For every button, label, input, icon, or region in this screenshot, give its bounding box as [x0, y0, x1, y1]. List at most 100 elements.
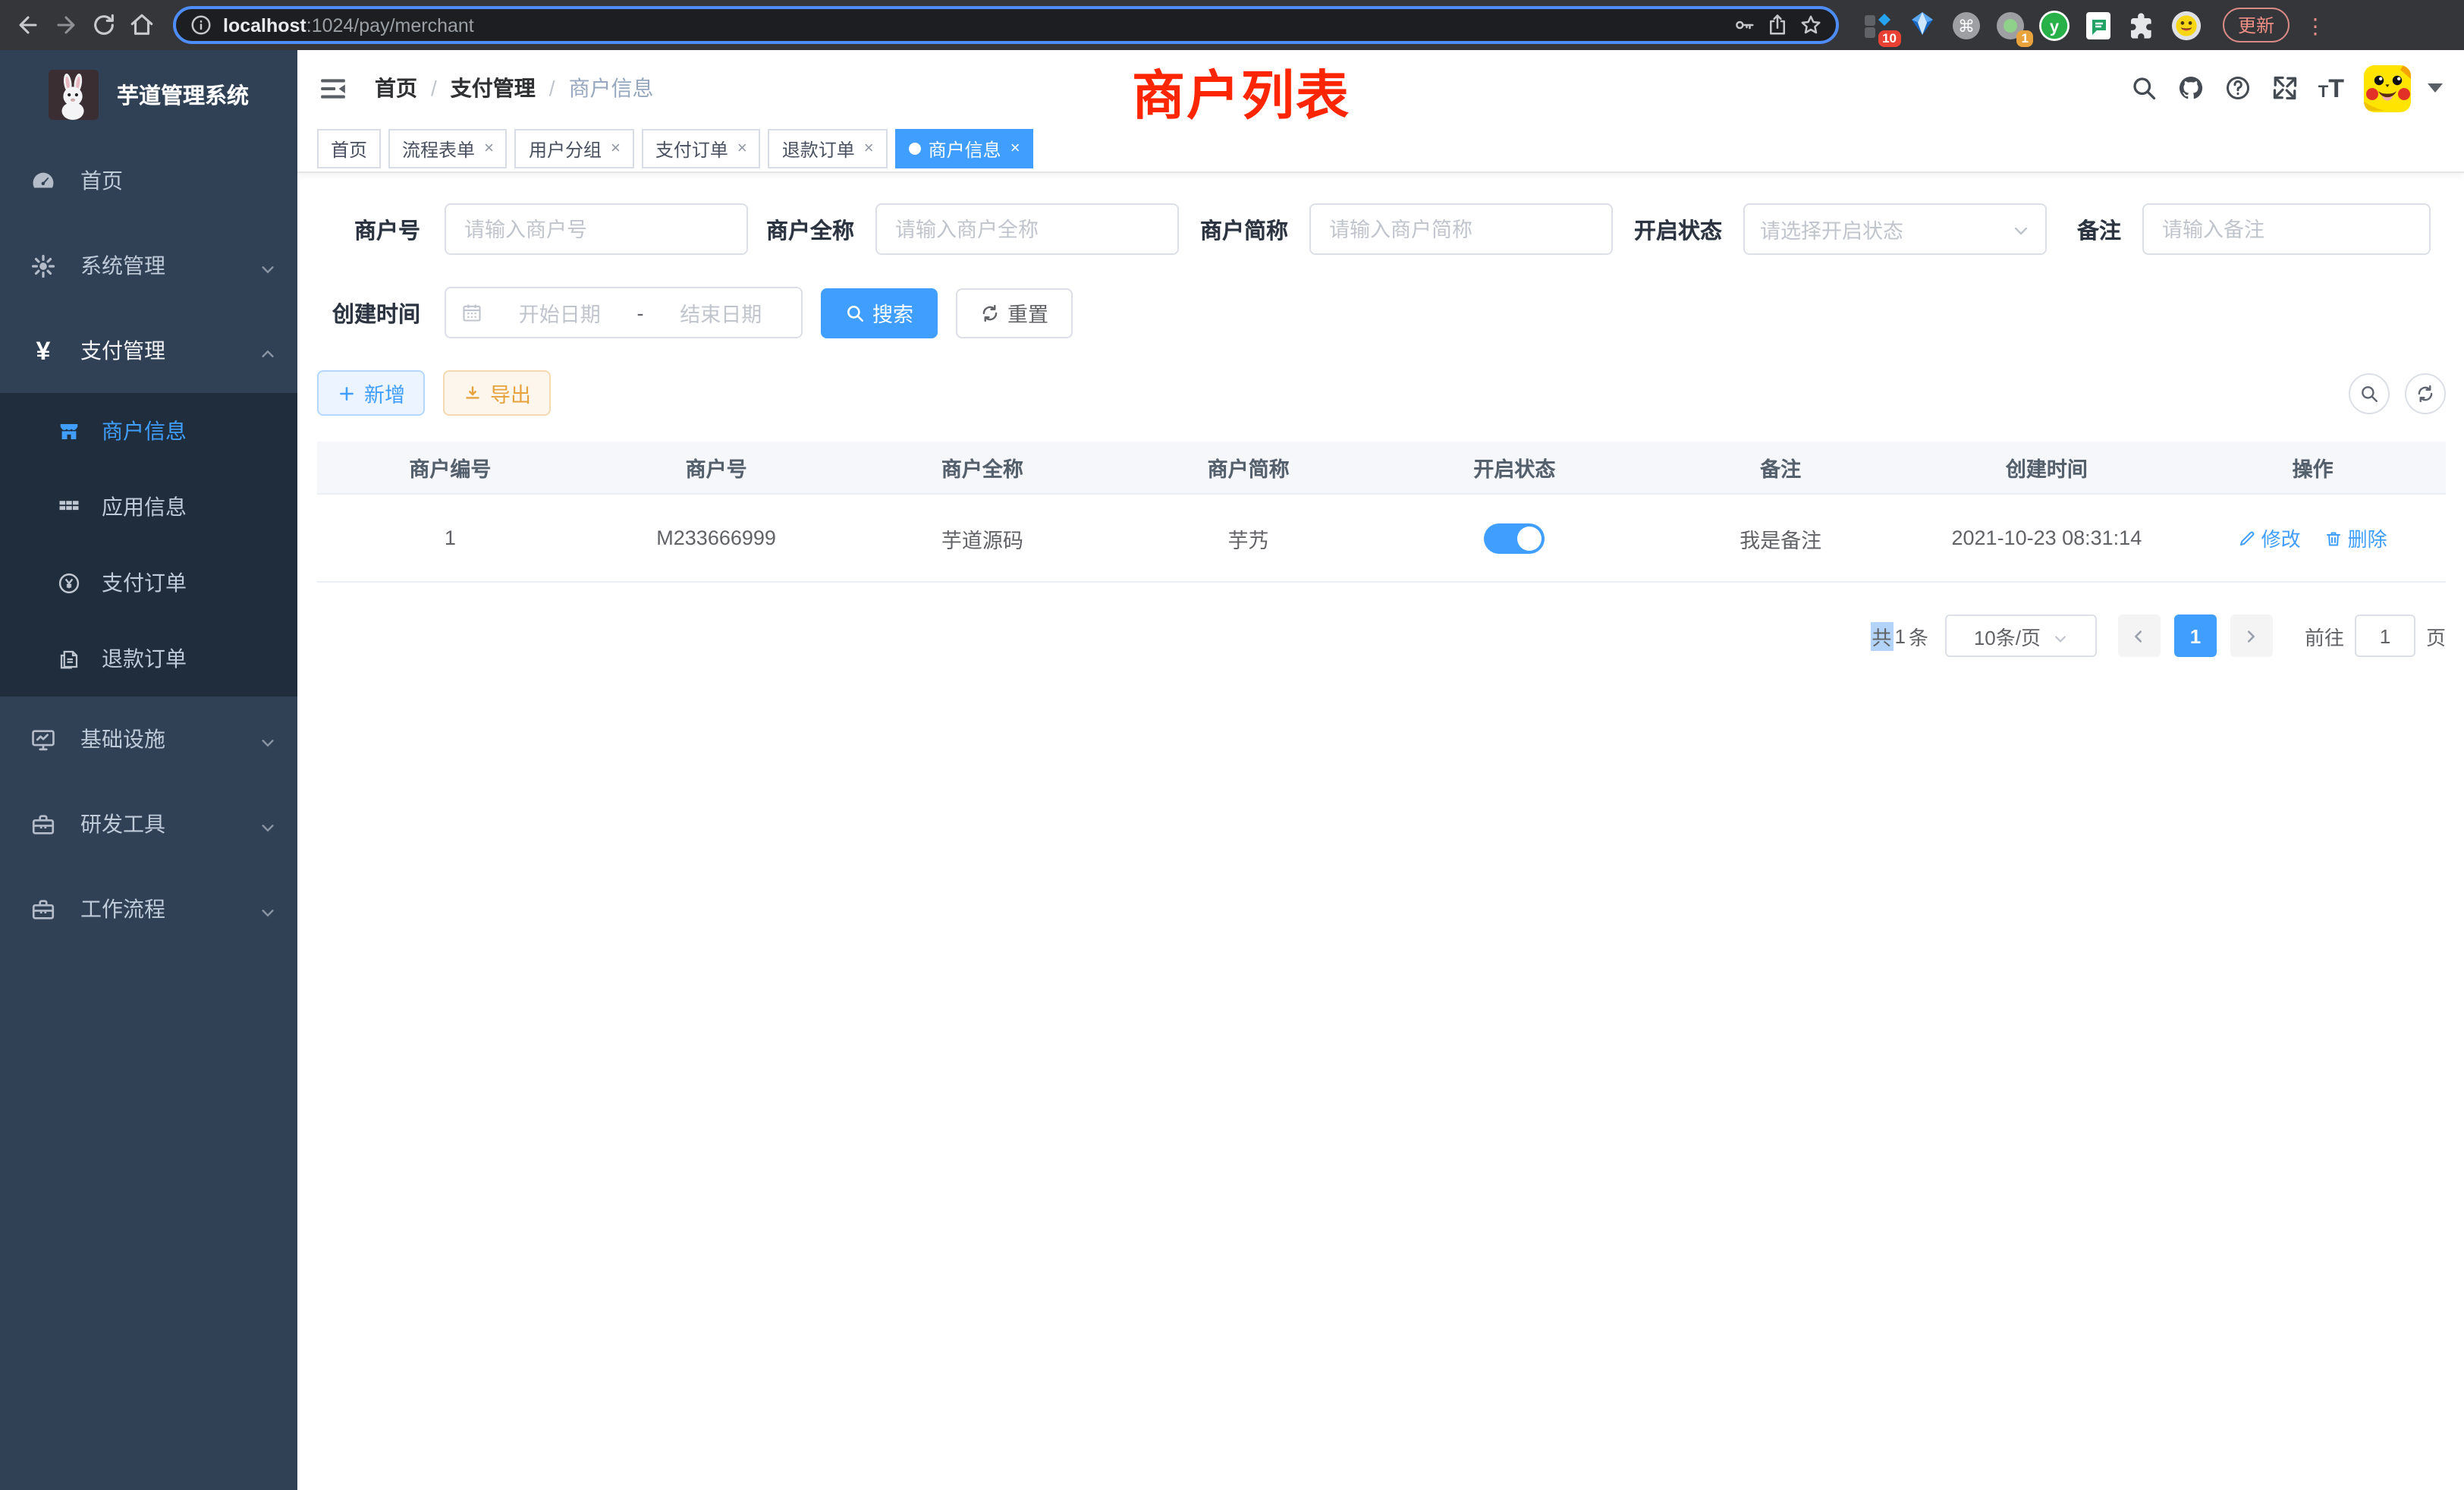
password-key-icon[interactable]: [1733, 14, 1755, 36]
toggle-search-button[interactable]: [2349, 372, 2390, 413]
tab-refund-order[interactable]: 退款订单×: [768, 129, 888, 168]
status-toggle[interactable]: [1484, 523, 1545, 553]
page-number-1[interactable]: 1: [2174, 615, 2217, 657]
sidebar-item-pay[interactable]: ¥ 支付管理: [0, 308, 297, 393]
short-name-input[interactable]: [1309, 203, 1613, 255]
filter-row-1: 商户号 商户全称 商户简称 开启状态: [317, 203, 2446, 255]
extensions-puzzle-icon[interactable]: [2127, 10, 2158, 40]
full-name-input[interactable]: [875, 203, 1179, 255]
close-icon[interactable]: ×: [1010, 140, 1020, 157]
app-logo-row[interactable]: 芋道管理系统: [0, 50, 297, 138]
address-bar[interactable]: localhost:1024/pay/merchant: [173, 6, 1839, 44]
status-select[interactable]: 请选择开启状态: [1743, 203, 2047, 255]
reset-button[interactable]: 重置: [956, 288, 1073, 338]
pagination-goto: 前往 页: [2305, 615, 2446, 657]
page-size-select[interactable]: 10条/页: [1945, 615, 2097, 657]
close-icon[interactable]: ×: [737, 140, 747, 157]
merchant-no-input[interactable]: [445, 203, 748, 255]
table-row: 1 M233666999 芋道源码 芋艿 我是备注 2021-10-23 08:…: [317, 495, 2446, 581]
filter-row-2: 创建时间 开始日期 - 结束日期 搜索: [317, 287, 2446, 338]
tags-view-bar: 首页 流程表单× 用户分组× 支付订单× 退款订单× 商户信息×: [297, 126, 2464, 173]
profile-avatar-icon[interactable]: [2171, 10, 2202, 40]
delete-link[interactable]: 删除: [2325, 523, 2387, 552]
export-button[interactable]: 导出: [443, 370, 551, 416]
extension-y-icon[interactable]: y: [2039, 10, 2070, 40]
sidebar-item-merchant-info[interactable]: 商户信息: [0, 393, 297, 469]
browser-menu-icon[interactable]: ⋮: [2302, 14, 2329, 36]
tab-process-form[interactable]: 流程表单×: [388, 129, 508, 168]
user-avatar[interactable]: [2364, 64, 2411, 112]
start-date-placeholder: 开始日期: [495, 297, 625, 328]
site-info-icon[interactable]: [190, 14, 212, 36]
sidebar-item-workflow[interactable]: 工作流程: [0, 866, 297, 951]
close-icon[interactable]: ×: [864, 140, 874, 157]
close-icon[interactable]: ×: [484, 140, 494, 157]
home-icon[interactable]: [129, 12, 155, 38]
sidebar-item-home[interactable]: 首页: [0, 138, 297, 223]
sidebar-item-system[interactable]: 系统管理: [0, 223, 297, 308]
sidebar-item-devtools[interactable]: 研发工具: [0, 781, 297, 866]
tab-user-group[interactable]: 用户分组×: [515, 129, 634, 168]
back-icon[interactable]: [15, 12, 41, 38]
navbar-actions: TT: [2130, 64, 2443, 112]
extension-kite-icon[interactable]: [1907, 10, 1938, 40]
chevron-down-icon: [259, 257, 276, 274]
cell-create-time: 2021-10-23 08:31:14: [1914, 527, 2180, 549]
extension-recorder-icon[interactable]: 1: [1995, 10, 2026, 40]
extension-command-icon[interactable]: ⌘: [1951, 10, 1982, 40]
edit-link[interactable]: 修改: [2239, 523, 2301, 552]
refresh-button[interactable]: [2405, 372, 2446, 413]
app-title: 芋道管理系统: [117, 78, 249, 110]
browser-toolbar: localhost:1024/pay/merchant 10 ⌘ 1 y: [0, 0, 2464, 50]
breadcrumb-home[interactable]: 首页: [375, 73, 417, 103]
prev-page-button[interactable]: [2118, 615, 2161, 657]
sidebar-item-pay-order[interactable]: 支付订单: [0, 545, 297, 621]
sidebar-item-infra[interactable]: 基础设施: [0, 696, 297, 781]
extension-badge: 10: [1878, 30, 1901, 46]
filter-label: 创建时间: [317, 297, 420, 328]
avatar-dropdown-caret[interactable]: [2428, 83, 2443, 93]
help-icon[interactable]: [2224, 74, 2252, 102]
yen-icon: ¥: [30, 338, 56, 363]
browser-update-button[interactable]: 更新: [2223, 8, 2290, 42]
extension-chat-icon[interactable]: [2083, 10, 2114, 40]
app-logo-rabbit: [49, 69, 99, 119]
pay-submenu: 商户信息 应用信息 支付订单 退款订单: [0, 393, 297, 696]
tab-merchant-info[interactable]: 商户信息×: [895, 129, 1034, 168]
filter-label: 商户简称: [1200, 213, 1288, 245]
cell-short-name: 芋艿: [1115, 523, 1381, 553]
fullscreen-icon[interactable]: [2271, 74, 2299, 102]
document-copy-icon: [58, 647, 80, 670]
share-icon[interactable]: [1766, 14, 1789, 36]
filter-label: 商户号: [317, 213, 420, 245]
sidebar-item-refund-order[interactable]: 退款订单: [0, 621, 297, 696]
table-toolbar: 新增 导出: [317, 370, 2446, 416]
extension-tabs-icon[interactable]: 10: [1863, 10, 1894, 40]
goto-page-input[interactable]: [2355, 615, 2415, 657]
font-size-icon[interactable]: TT: [2318, 75, 2344, 101]
reload-icon[interactable]: [91, 12, 117, 38]
breadcrumb-separator: /: [431, 76, 437, 100]
create-time-range-picker[interactable]: 开始日期 - 结束日期: [445, 287, 803, 338]
tab-pay-order[interactable]: 支付订单×: [642, 129, 761, 168]
next-page-button[interactable]: [2230, 615, 2273, 657]
tab-home[interactable]: 首页: [317, 129, 381, 168]
remark-input[interactable]: [2142, 203, 2431, 255]
bookmark-star-icon[interactable]: [1799, 14, 1822, 36]
breadcrumb-pay[interactable]: 支付管理: [451, 73, 536, 103]
breadcrumb-separator: /: [549, 76, 555, 100]
app-root: localhost:1024/pay/merchant 10 ⌘ 1 y: [0, 0, 2464, 1490]
sidebar-collapse-icon[interactable]: [319, 74, 347, 102]
forward-icon[interactable]: [53, 12, 79, 38]
add-button[interactable]: 新增: [317, 370, 425, 416]
filter-label: 商户全称: [766, 213, 854, 245]
annotation-title: 商户列表: [1132, 53, 1350, 130]
filter-label: 备注: [2077, 213, 2121, 245]
close-icon[interactable]: ×: [611, 140, 621, 157]
sidebar-item-app-info[interactable]: 应用信息: [0, 469, 297, 545]
filter-label: 开启状态: [1634, 213, 1722, 245]
cell-actions: 修改 删除: [2180, 523, 2446, 552]
search-button[interactable]: 搜索: [821, 288, 938, 338]
search-icon[interactable]: [2130, 74, 2158, 102]
github-icon[interactable]: [2177, 74, 2205, 102]
